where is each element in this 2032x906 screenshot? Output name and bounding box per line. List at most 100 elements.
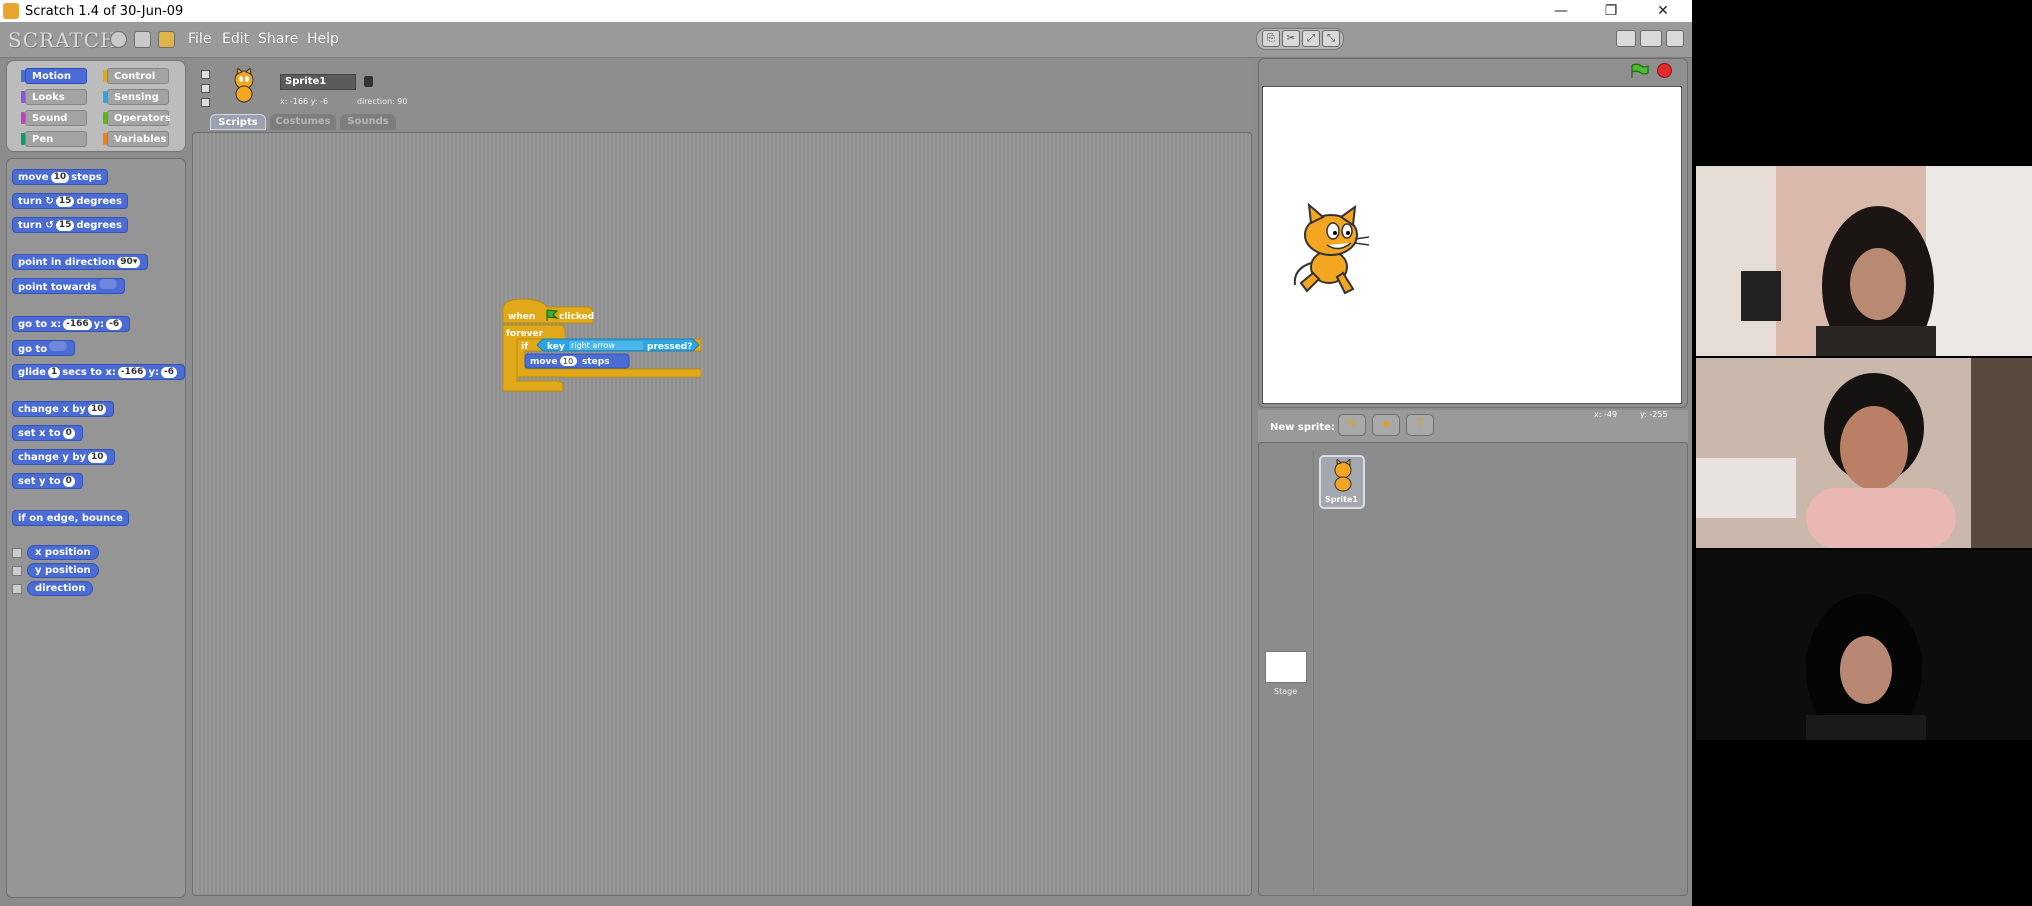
participant-video-3	[1696, 550, 2032, 740]
x-input[interactable]: -166	[117, 367, 147, 378]
stage-thumbnail[interactable]	[1265, 651, 1307, 683]
close-button[interactable]: ✕	[1640, 0, 1686, 22]
scratch-window: Scratch 1.4 of 30-Jun-09 — ❐ ✕ SCRATCH F…	[0, 0, 1692, 906]
glide-block[interactable]: glide 1 secs to x: -166 y: -6	[12, 364, 185, 380]
move-steps-block[interactable]: move 10 steps	[12, 169, 108, 185]
set-x-block[interactable]: set x to 0	[12, 425, 83, 441]
block-text: move	[18, 172, 49, 183]
category-variables[interactable]: Variables	[103, 131, 169, 147]
globe-icon[interactable]	[110, 31, 127, 48]
sprite-coords: x: -166 y: -6	[280, 97, 329, 106]
steps-input[interactable]: 10	[50, 172, 70, 183]
tab-sounds[interactable]: Sounds	[340, 114, 396, 130]
new-sprite-bar: New sprite: ✎ ★ ? x: -49 y: -255	[1258, 410, 1688, 442]
turn-right-block[interactable]: turn ↻ 15 degrees	[12, 193, 128, 209]
secs-input[interactable]: 1	[47, 367, 61, 378]
reporter-row: direction	[12, 581, 94, 596]
menu-file[interactable]: File	[188, 31, 211, 47]
y-input[interactable]: -6	[106, 319, 123, 330]
sprite-name-field[interactable]: Sprite1	[280, 74, 356, 90]
category-sensing[interactable]: Sensing	[103, 89, 169, 105]
shrink-tool-icon[interactable]: ⤡	[1322, 30, 1340, 47]
participant-video-1	[1696, 166, 2032, 356]
block-text: steps	[71, 172, 102, 183]
watcher-checkbox[interactable]	[12, 583, 22, 594]
category-looks[interactable]: Looks	[21, 89, 87, 105]
delete-tool-icon[interactable]: ✂	[1282, 30, 1300, 47]
motion-swatch	[21, 70, 25, 82]
tab-scripts[interactable]: Scripts	[210, 114, 266, 130]
goto-xy-block[interactable]: go to x: -166 y: -6	[12, 316, 131, 332]
set-y-block[interactable]: set y to 0	[12, 473, 83, 489]
category-sound[interactable]: Sound	[21, 110, 87, 126]
divider	[1313, 451, 1314, 891]
towards-dropdown[interactable]	[98, 279, 117, 289]
normal-stage-icon[interactable]	[1640, 30, 1662, 47]
block-text: point in direction	[18, 257, 116, 268]
restore-button[interactable]: ❐	[1588, 0, 1634, 22]
bounce-block[interactable]: if on edge, bounce	[12, 510, 129, 526]
small-stage-icon[interactable]	[1616, 30, 1636, 47]
grow-tool-icon[interactable]: ⤢	[1302, 30, 1320, 47]
control-swatch	[103, 70, 107, 82]
direction-dropdown[interactable]: 90▾	[117, 257, 141, 268]
script-stack[interactable]: when clicked forever if key right arrow …	[501, 297, 701, 393]
duplicate-tool-icon[interactable]: ⎘	[1262, 30, 1280, 47]
stop-icon[interactable]	[1657, 63, 1672, 78]
save-icon[interactable]	[134, 31, 151, 48]
category-label: Variables	[114, 134, 167, 145]
reporter-row: y position	[12, 563, 99, 578]
category-pen[interactable]: Pen	[21, 131, 87, 147]
block-text: degrees	[76, 196, 122, 207]
menu-share[interactable]: Share	[258, 31, 298, 47]
degrees-input[interactable]: 15	[55, 220, 75, 231]
presentation-mode-icon[interactable]	[1666, 30, 1684, 47]
menu-edit[interactable]: Edit	[222, 31, 249, 47]
x-position-reporter[interactable]: x position	[27, 545, 99, 560]
random-sprite-icon[interactable]: ?	[1406, 414, 1434, 436]
value-input[interactable]: 10	[87, 404, 107, 415]
tab-costumes[interactable]: Costumes	[270, 114, 336, 130]
menu-help[interactable]: Help	[307, 31, 339, 47]
turn-left-block[interactable]: turn ↺ 15 degrees	[12, 217, 128, 233]
change-y-block[interactable]: change y by 10	[12, 449, 115, 465]
value-input[interactable]: 0	[62, 476, 75, 487]
stage[interactable]	[1262, 86, 1682, 404]
scratch-cat-sprite[interactable]	[1283, 203, 1373, 299]
goto-block[interactable]: go to	[12, 340, 76, 356]
minimize-button[interactable]: —	[1538, 0, 1584, 22]
sprite-list: Sprite1 Stage	[1258, 442, 1688, 896]
category-control[interactable]: Control	[103, 68, 169, 84]
rotation-style-full-icon[interactable]	[201, 70, 210, 79]
direction-reporter[interactable]: direction	[27, 581, 94, 596]
rotation-style-none-icon[interactable]	[201, 98, 210, 107]
point-towards-block[interactable]: point towards	[12, 278, 125, 294]
choose-sprite-from-file-icon[interactable]: ★	[1372, 414, 1400, 436]
block-text: set y to	[18, 476, 61, 487]
sprite-thumb-sprite1[interactable]: Sprite1	[1319, 455, 1365, 509]
sprite1-label: Sprite1	[1325, 495, 1358, 504]
category-operators[interactable]: Operators	[103, 110, 171, 126]
goto-dropdown[interactable]	[49, 341, 68, 351]
y-position-reporter[interactable]: y position	[27, 563, 99, 578]
participant-video-2	[1696, 358, 2032, 548]
value-input[interactable]: 10	[88, 452, 107, 463]
x-input[interactable]: -166	[63, 319, 92, 330]
green-flag-icon[interactable]	[1629, 63, 1651, 79]
point-direction-block[interactable]: point in direction 90▾	[12, 254, 149, 270]
share-icon[interactable]	[158, 31, 175, 48]
y-input[interactable]: -6	[160, 367, 177, 378]
rotation-style-flip-icon[interactable]	[201, 84, 210, 93]
category-label: Sensing	[114, 92, 159, 103]
watcher-checkbox[interactable]	[12, 565, 22, 576]
paint-new-sprite-icon[interactable]: ✎	[1338, 414, 1366, 436]
lock-icon[interactable]	[364, 76, 373, 87]
watcher-checkbox[interactable]	[12, 547, 22, 558]
category-motion[interactable]: Motion	[21, 68, 87, 84]
if-label: if	[521, 342, 528, 352]
degrees-input[interactable]: 15	[55, 196, 75, 207]
value-input[interactable]: 0	[62, 428, 75, 439]
sprite-direction: direction: 90	[357, 97, 408, 106]
scripts-area[interactable]: when clicked forever if key right arrow …	[192, 132, 1252, 896]
change-x-block[interactable]: change x by 10	[12, 401, 115, 417]
